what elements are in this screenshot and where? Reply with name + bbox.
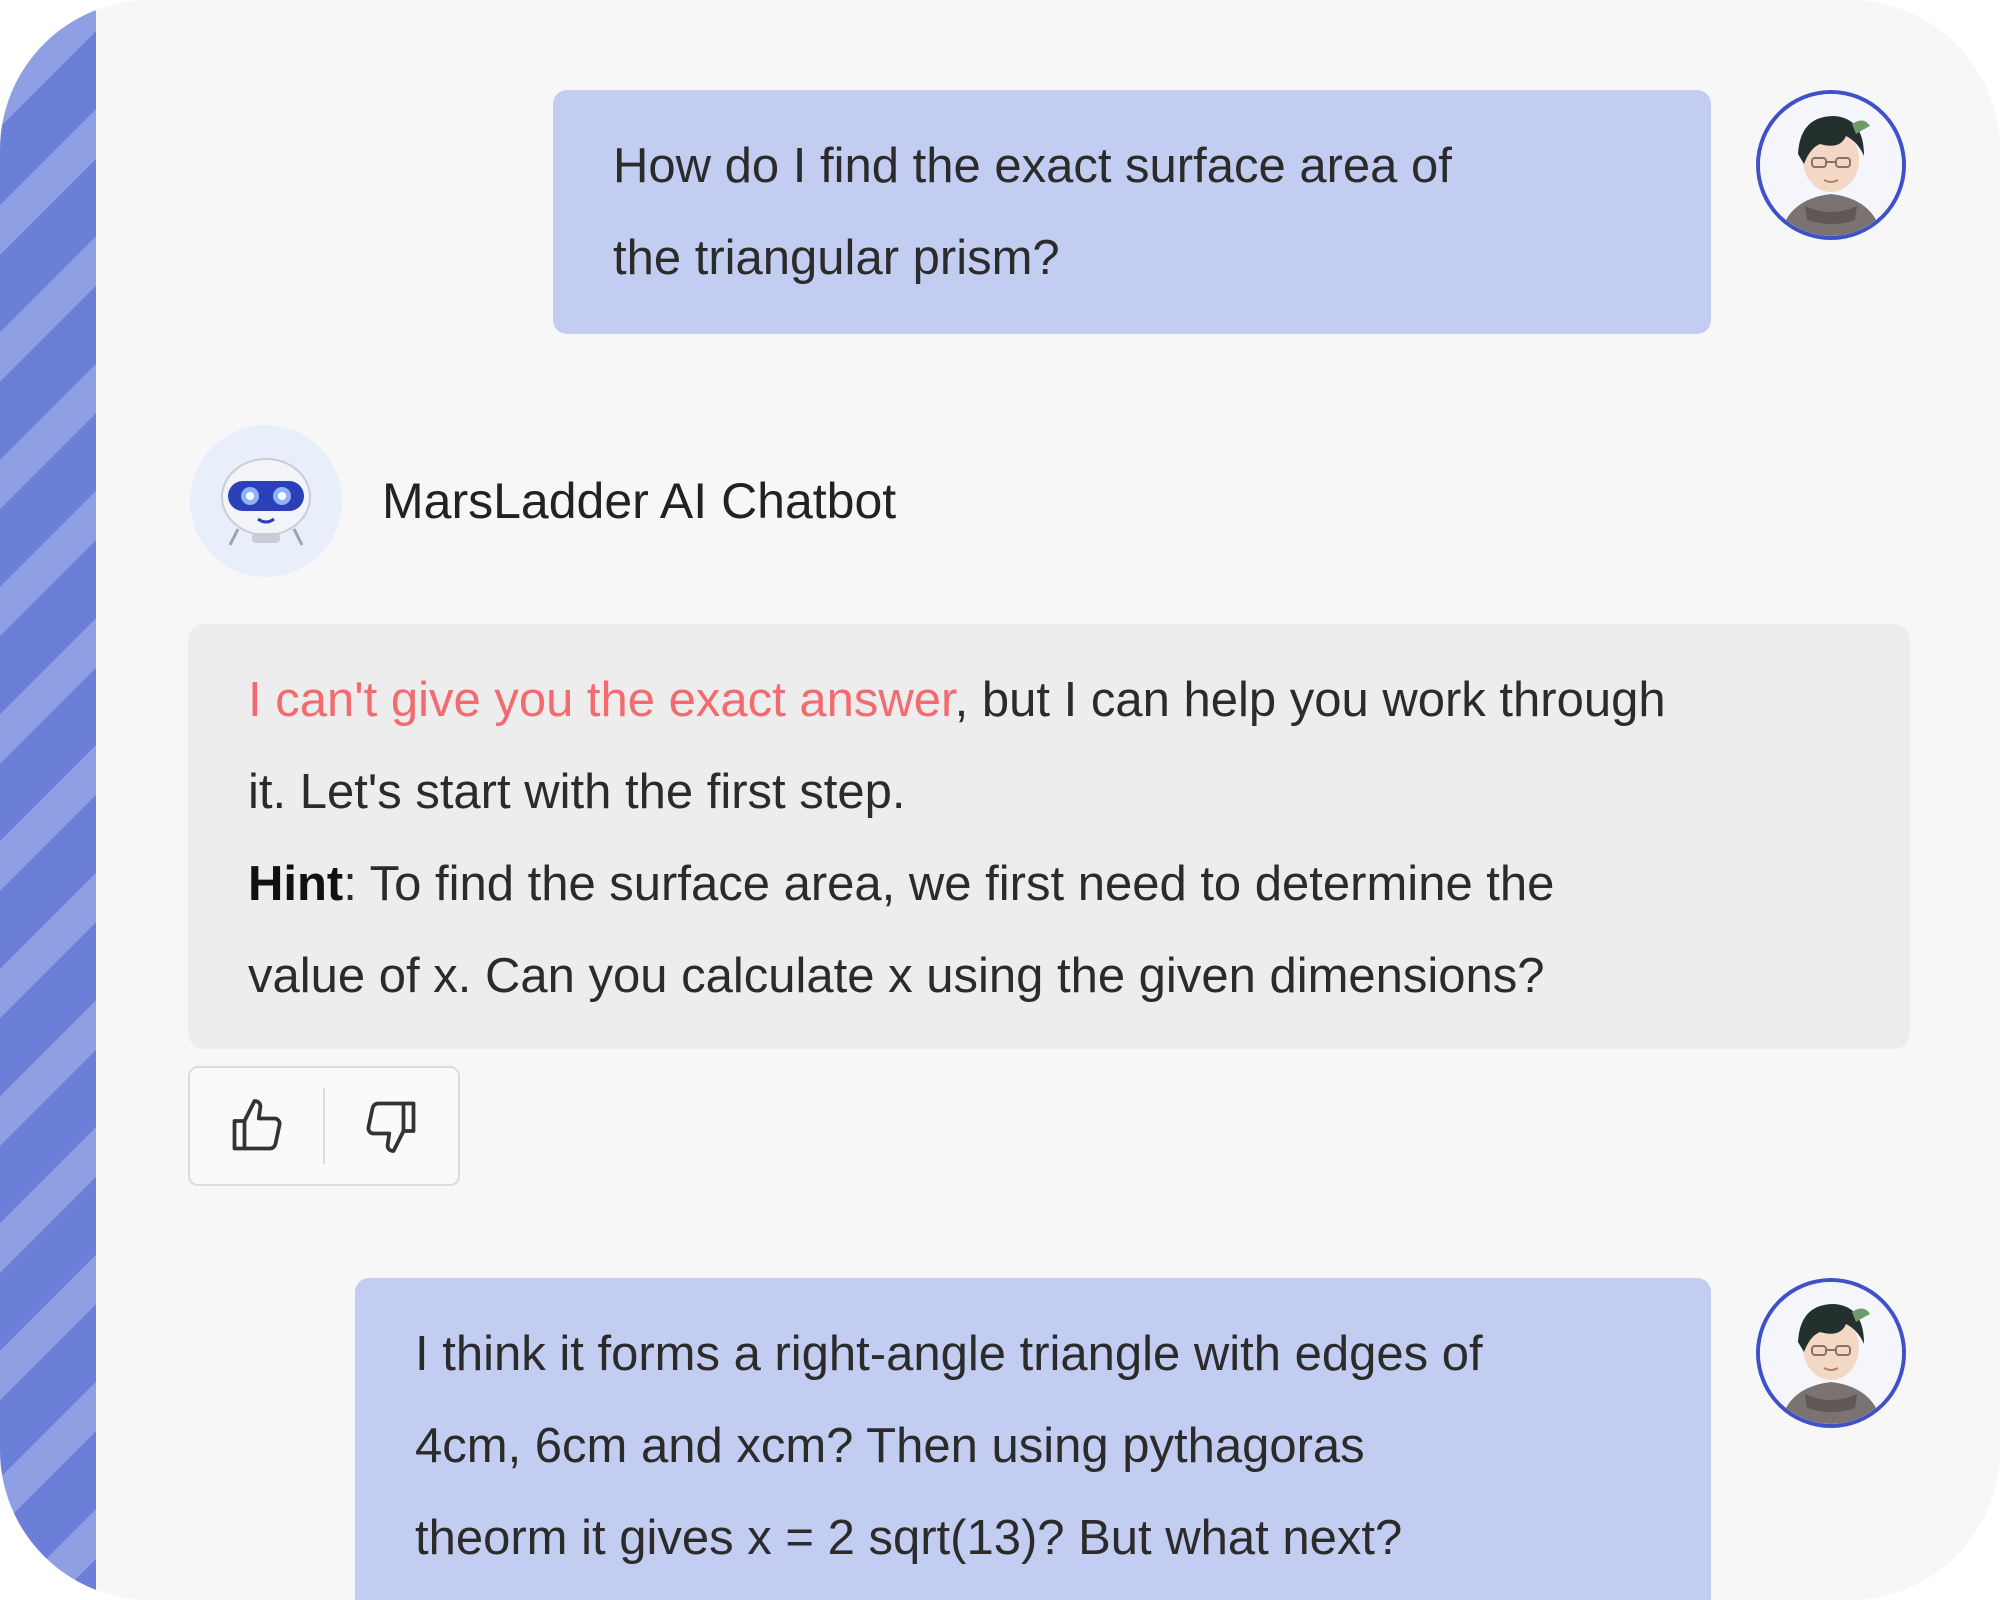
thumbs-down-icon bbox=[366, 1101, 416, 1153]
user-avatar bbox=[1756, 1278, 1906, 1428]
user-avatar-illustration bbox=[1760, 94, 1902, 236]
user-message-2: I think it forms a right-angle triangle … bbox=[355, 1278, 1711, 1600]
bot-header: MarsLadder AI Chatbot bbox=[190, 425, 896, 577]
bot-message-line-4: value of x. Can you calculate x using th… bbox=[248, 949, 1545, 1003]
chat-window: How do I find the exact surface area of … bbox=[0, 0, 2000, 1600]
user-message-1-line-1: How do I find the exact surface area of bbox=[613, 139, 1452, 193]
bot-avatar bbox=[190, 425, 342, 577]
bot-message-line-1: I can't give you the exact answer, but I… bbox=[248, 654, 1850, 746]
thumbs-up-button[interactable] bbox=[190, 1068, 323, 1184]
thumbs-up-icon bbox=[232, 1099, 281, 1151]
feedback-controls bbox=[188, 1066, 460, 1186]
bot-name: MarsLadder AI Chatbot bbox=[382, 473, 897, 529]
user-message-1: How do I find the exact surface area of … bbox=[553, 90, 1711, 334]
robot-icon bbox=[221, 458, 311, 546]
bot-message-line-2: it. Let's start with the first step. bbox=[248, 765, 906, 819]
user-message-1-line-2: the triangular prism? bbox=[613, 231, 1060, 285]
user-message-2-line-1: I think it forms a right-angle triangle … bbox=[415, 1327, 1483, 1381]
decorative-stripe-bar bbox=[0, 0, 96, 1600]
hint-label: Hint bbox=[248, 857, 344, 911]
user-message-2-line-2: 4cm, 6cm and xcm? Then using pythagoras bbox=[415, 1419, 1365, 1473]
bot-message: I can't give you the exact answer, but I… bbox=[188, 624, 1910, 1049]
bot-message-line-1-rest: , but I can help you work through bbox=[954, 673, 1666, 727]
thumbs-down-button[interactable] bbox=[325, 1068, 458, 1184]
user-message-2-line-3: theorm it gives x = 2 sqrt(13)? But what… bbox=[415, 1511, 1403, 1565]
refusal-text: I can't give you the exact answer bbox=[248, 673, 955, 727]
user-avatar bbox=[1756, 90, 1906, 240]
bot-message-hint-line: Hint: To find the surface area, we first… bbox=[248, 838, 1850, 930]
user-avatar-illustration bbox=[1760, 1282, 1902, 1424]
hint-text: : To find the surface area, we first nee… bbox=[343, 857, 1555, 911]
